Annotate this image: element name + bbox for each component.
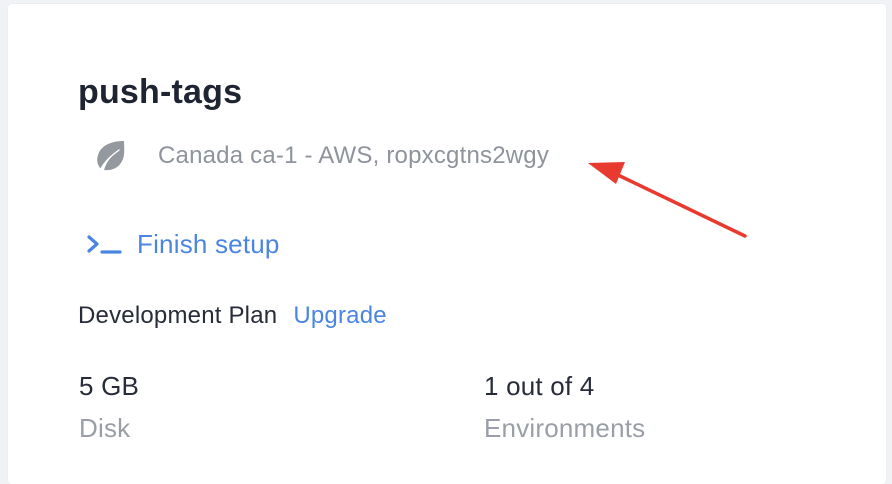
disk-label: Disk [79,413,131,443]
plan-name: Development Plan [78,302,278,329]
project-title: push-tags [78,73,243,111]
finish-setup-link[interactable]: Finish setup [86,226,280,262]
plan-row: Development Plan Upgrade [78,302,387,330]
environments-stat: 1 out of 4 Environments [484,369,645,445]
upgrade-link[interactable]: Upgrade [293,302,386,330]
terminal-prompt-icon [87,235,122,254]
environments-value: 1 out of 4 [484,371,595,401]
project-region-info: Canada ca-1 - AWS, ropxcgtns2wgy [158,142,550,169]
environments-label: Environments [484,413,646,443]
project-card: push-tags Canada ca-1 - AWS, ropxcgtns2w… [8,4,886,484]
finish-setup-label: Finish setup [137,228,280,259]
disk-value: 5 GB [79,371,140,401]
red-arrow-icon [588,162,747,238]
leaf-icon [97,141,125,171]
disk-stat: 5 GB Disk [79,369,139,445]
